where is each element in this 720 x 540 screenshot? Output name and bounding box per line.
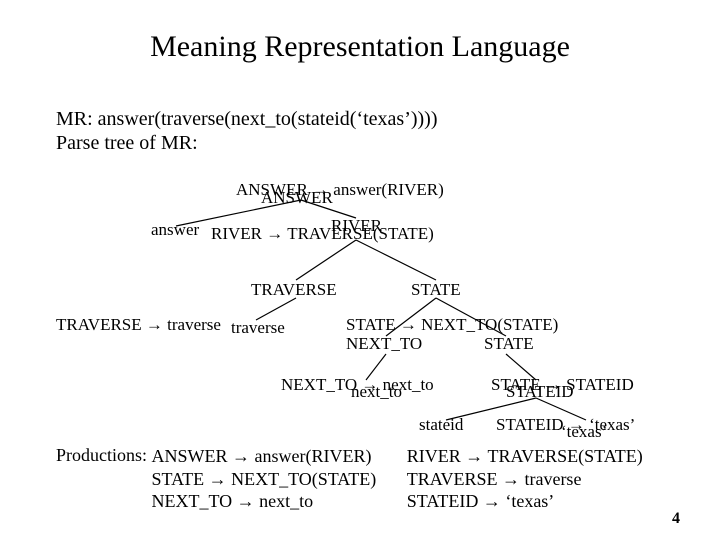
parse-tree-heading: Parse tree of MR: [56, 132, 198, 155]
production-rule: TRAVERSE → traverse [407, 468, 643, 491]
leaf-answer: answer [151, 220, 199, 240]
production-rule: STATEID → ‘texas’ [407, 490, 643, 513]
productions-block: Productions: ANSWER → answer(RIVER) STAT… [56, 445, 643, 513]
leaf-traverse: traverse [231, 318, 285, 338]
page-number: 4 [672, 510, 680, 528]
production-rule: STATE → NEXT_TO(STATE) [152, 468, 377, 491]
production-rule: ANSWER → answer(RIVER) [152, 445, 377, 468]
production-rule: RIVER → TRAVERSE(STATE) [407, 445, 643, 468]
productions-col-left: ANSWER → answer(RIVER) STATE → NEXT_TO(S… [152, 445, 377, 513]
label-state-2: STATE [484, 334, 534, 354]
rule-state-nextto: STATE → NEXT_TO(STATE) [346, 315, 558, 335]
leaf-stateid: stateid [419, 415, 463, 435]
label-state: STATE [411, 280, 461, 300]
leaf-texas: ‘texas’ [561, 422, 607, 442]
label-nextto: NEXT_TO [346, 334, 422, 354]
rule-traverse: TRAVERSE → traverse [56, 315, 221, 335]
leaf-nextto: next_to [351, 382, 402, 402]
rule-river: RIVER → TRAVERSE(STATE) [211, 224, 434, 244]
slide-title: Meaning Representation Language [0, 30, 720, 64]
parse-tree: ANSWER → answer(RIVER) ANSWER answer RIV… [56, 160, 676, 440]
label-answer: ANSWER [261, 188, 333, 208]
label-river: RIVER [331, 216, 382, 236]
mr-expression: MR: answer(traverse(next_to(stateid(‘tex… [56, 108, 438, 131]
slide: Meaning Representation Language MR: answ… [0, 0, 720, 540]
production-rule: NEXT_TO → next_to [152, 490, 377, 513]
productions-col-right: RIVER → TRAVERSE(STATE) TRAVERSE → trave… [407, 445, 643, 513]
label-stateid: STATEID [506, 382, 574, 402]
label-traverse: TRAVERSE [251, 280, 337, 300]
productions-lead: Productions: [56, 445, 147, 465]
